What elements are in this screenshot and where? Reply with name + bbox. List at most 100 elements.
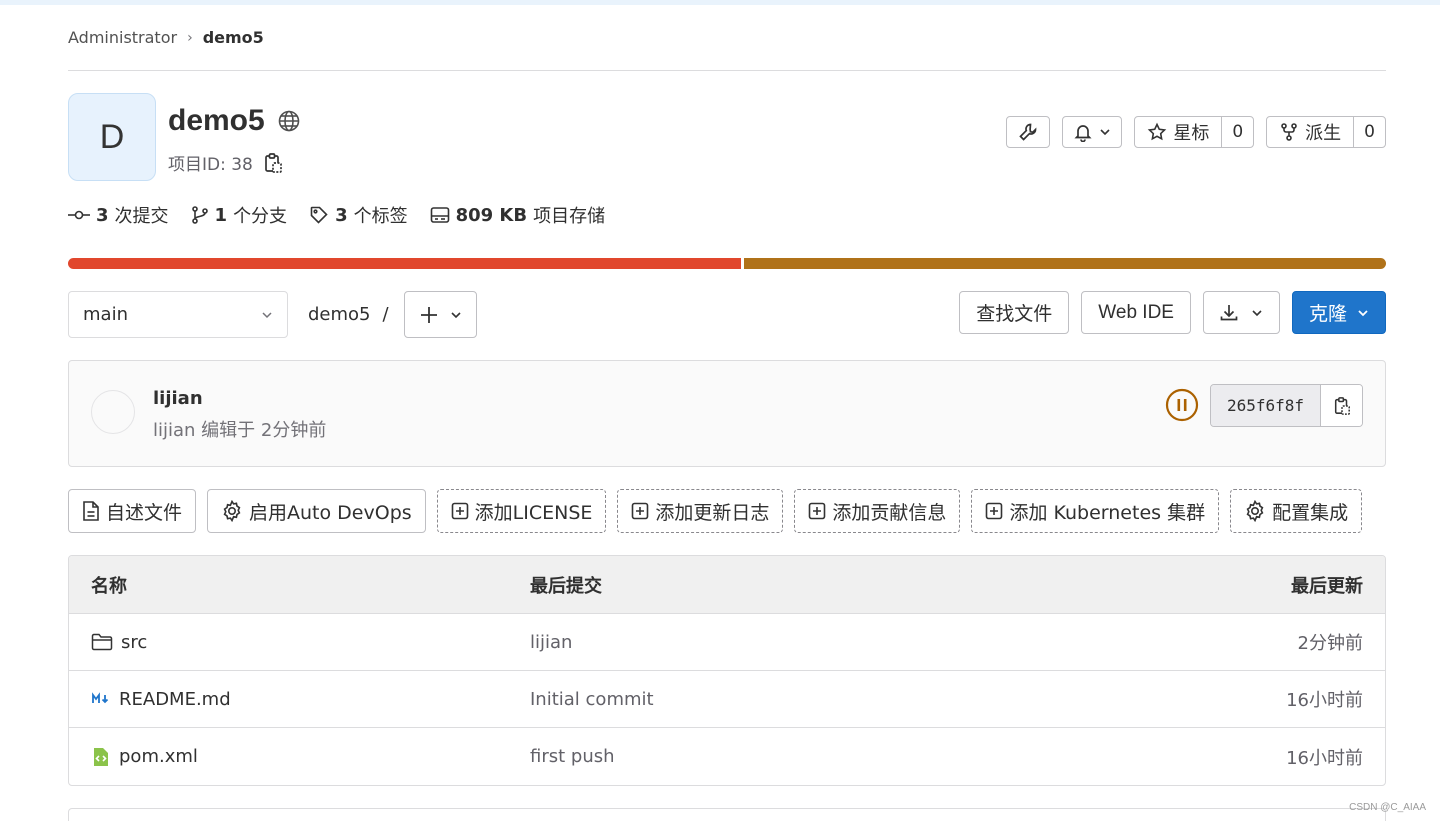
storage-size: 809 KB	[455, 204, 528, 226]
web-ide-button[interactable]: Web IDE	[1081, 291, 1191, 334]
file-name-cell[interactable]: pom.xml	[91, 746, 198, 767]
file-updated: 2分钟前	[1297, 633, 1363, 654]
quick-link-add-changelog[interactable]: 添加更新日志	[617, 489, 784, 533]
header-divider	[68, 70, 1386, 71]
branch-name: main	[83, 304, 128, 325]
language-segment-2[interactable]	[744, 258, 1386, 269]
copy-id-icon[interactable]	[263, 152, 283, 174]
commits-label: 次提交	[114, 206, 169, 227]
fork-button[interactable]: 派生	[1267, 117, 1353, 147]
breadcrumb-owner[interactable]: Administrator	[68, 28, 177, 47]
repo-path-project[interactable]: demo5	[308, 304, 371, 325]
clone-label: 克隆	[1308, 304, 1347, 325]
bell-icon	[1073, 122, 1093, 142]
breadcrumb-chevron-icon: ›	[187, 29, 193, 46]
file-commit[interactable]: Initial commit	[530, 689, 654, 710]
language-segment-1[interactable]	[68, 258, 741, 269]
project-stats: 3 次提交 1 个分支 3 个标签 809 KB 项目存储	[68, 202, 605, 228]
wrench-icon	[1018, 122, 1038, 142]
repo-path-separator: /	[382, 304, 389, 325]
tags-count: 3	[335, 204, 348, 226]
stat-commits[interactable]: 3 次提交	[68, 202, 169, 228]
branches-count: 1	[214, 204, 228, 226]
file-name[interactable]: src	[121, 632, 147, 653]
download-button[interactable]	[1202, 291, 1280, 334]
tags-label: 个标签	[353, 206, 408, 227]
download-icon	[1219, 303, 1239, 323]
table-row[interactable]: pom.xml first push 16小时前	[69, 728, 1385, 785]
copy-sha-button[interactable]	[1320, 385, 1362, 426]
project-id-label: 项目ID: 38	[168, 155, 253, 175]
branches-label: 个分支	[233, 206, 288, 227]
table-header: 名称 最后提交 最后更新	[69, 556, 1385, 614]
markdown-icon	[91, 692, 111, 706]
stat-storage[interactable]: 809 KB 项目存储	[430, 202, 606, 228]
star-button-group: 星标 0	[1134, 116, 1255, 148]
commit-title[interactable]: lijian	[153, 388, 203, 409]
file-tree-table: 名称 最后提交 最后更新 src lijian 2分钟前 README.md I…	[68, 555, 1386, 786]
copy-icon	[1333, 396, 1351, 416]
last-commit-panel: lijian lijian 编辑于 2分钟前 265f6f8f	[68, 360, 1386, 467]
readme-panel-edge	[68, 808, 1386, 821]
stat-tags[interactable]: 3 个标签	[309, 202, 408, 228]
header-last-update: 最后更新	[1291, 575, 1363, 597]
tag-icon	[309, 205, 329, 225]
chevron-down-icon	[450, 309, 462, 321]
settings-button[interactable]	[1006, 116, 1051, 148]
fork-button-group: 派生 0	[1266, 116, 1386, 148]
file-commit[interactable]: lijian	[530, 632, 572, 653]
fork-label: 派生	[1305, 123, 1342, 144]
chevron-down-icon	[261, 309, 273, 321]
quick-link-add-kubernetes[interactable]: 添加 Kubernetes 集群	[971, 489, 1220, 533]
language-bar[interactable]	[68, 258, 1386, 269]
table-row[interactable]: src lijian 2分钟前	[69, 614, 1385, 671]
file-updated: 16小时前	[1286, 747, 1363, 769]
star-button[interactable]: 星标	[1135, 117, 1221, 147]
project-title-row: demo5	[168, 104, 301, 138]
file-name[interactable]: README.md	[119, 689, 231, 710]
star-icon	[1147, 122, 1167, 142]
table-row[interactable]: README.md Initial commit 16小时前	[69, 671, 1385, 728]
file-name[interactable]: pom.xml	[119, 746, 198, 767]
quick-link-label: 配置集成	[1272, 501, 1349, 524]
watermark: CSDN @C_AIAA	[1349, 802, 1426, 813]
file-commit[interactable]: first push	[530, 746, 615, 767]
gear-icon	[221, 500, 243, 522]
plus-icon	[420, 306, 438, 324]
stat-branches[interactable]: 1 个分支	[191, 202, 288, 228]
quick-link-label: 添加更新日志	[655, 501, 770, 524]
clone-button[interactable]: 克隆	[1291, 291, 1386, 334]
commit-author-avatar[interactable]	[91, 390, 135, 434]
header-last-commit: 最后提交	[530, 575, 602, 597]
quick-link-auto-devops[interactable]: 启用Auto DevOps	[207, 489, 426, 533]
find-file-button[interactable]: 查找文件	[959, 291, 1070, 334]
branch-selector[interactable]: main	[68, 291, 288, 338]
folder-icon	[91, 633, 113, 651]
notification-button[interactable]	[1062, 116, 1123, 148]
project-title: demo5	[168, 104, 265, 137]
star-count[interactable]: 0	[1221, 117, 1253, 147]
quick-link-integrations[interactable]: 配置集成	[1230, 489, 1363, 533]
file-updated: 16小时前	[1286, 690, 1363, 711]
breadcrumb-project[interactable]: demo5	[203, 28, 264, 47]
breadcrumb: Administrator › demo5	[68, 28, 264, 47]
storage-label: 项目存储	[533, 206, 606, 227]
add-to-tree-button[interactable]	[404, 291, 477, 338]
pipeline-paused-icon[interactable]	[1165, 388, 1199, 422]
quick-link-add-license[interactable]: 添加LICENSE	[436, 489, 607, 533]
commit-sha[interactable]: 265f6f8f	[1210, 385, 1320, 426]
plus-square-icon	[985, 502, 1003, 520]
quick-link-readme[interactable]: 自述文件	[68, 489, 197, 533]
file-name-cell[interactable]: README.md	[91, 689, 231, 710]
file-name-cell[interactable]: src	[91, 632, 147, 653]
commit-meta: lijian 编辑于 2分钟前	[153, 420, 327, 441]
quick-link-label: 启用Auto DevOps	[249, 501, 412, 524]
project-avatar: D	[68, 93, 156, 181]
header-name: 名称	[91, 575, 127, 597]
repo-toolbar: main demo5 / 查找文件 Web IDE 克隆	[68, 291, 1386, 338]
quick-link-add-contributing[interactable]: 添加贡献信息	[794, 489, 961, 533]
fork-count[interactable]: 0	[1353, 117, 1385, 147]
project-quick-links: 自述文件 启用Auto DevOps 添加LICENSE 添加更新日志 添加贡献…	[68, 489, 1363, 533]
file-icon	[82, 500, 100, 522]
xml-file-icon	[91, 747, 111, 767]
